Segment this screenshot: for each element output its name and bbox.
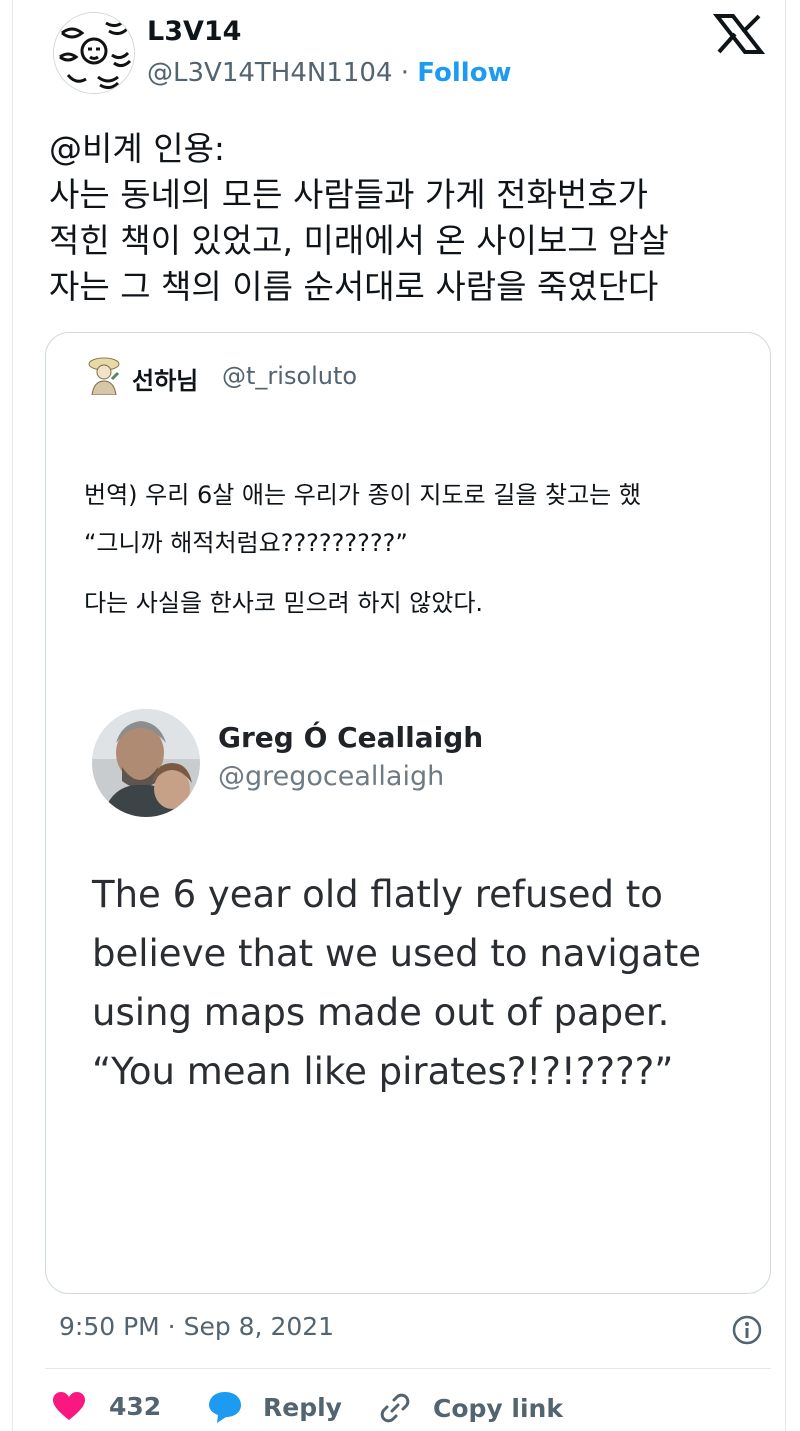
x-logo-icon[interactable] xyxy=(712,14,766,54)
quoted-avatar[interactable] xyxy=(86,355,122,396)
author-avatar[interactable] xyxy=(53,12,135,94)
embedded-name: Greg Ó Ceallaigh xyxy=(218,721,484,754)
action-bar: 432 Reply Copy link xyxy=(13,1390,787,1430)
embedded-text: The 6 year old flatly refused to believe… xyxy=(92,865,752,1101)
tweet-card: L3V14 @L3V14TH4N1104 · Follow @비계 인용: 사는… xyxy=(12,0,786,1431)
link-icon xyxy=(380,1393,410,1423)
info-icon[interactable] xyxy=(731,1314,763,1346)
separator-dot: · xyxy=(400,58,410,88)
embedded-handle: @gregoceallaigh xyxy=(218,761,445,792)
quoted-name[interactable]: 선하님 xyxy=(132,361,198,396)
copy-link-label: Copy link xyxy=(433,1393,563,1423)
quoted-text-line: 다는 사실을 한사코 믿으려 하지 않았다. xyxy=(84,589,484,617)
quoted-text-quote: “그니까 해적처럼요?????????” xyxy=(84,529,408,557)
divider xyxy=(45,1368,771,1369)
embedded-text-line: The 6 year old flatly refused to xyxy=(92,873,663,916)
like-button[interactable]: 432 xyxy=(51,1390,161,1422)
tweet-timestamp[interactable]: 9:50 PM · Sep 8, 2021 xyxy=(59,1312,334,1341)
embedded-text-line: “You mean like pirates?!?!????” xyxy=(92,1050,674,1093)
reply-label: Reply xyxy=(263,1392,342,1422)
follow-button[interactable]: Follow xyxy=(417,58,511,88)
tweet-line: 사는 동네의 모든 사람들과 가게 전화번호가 xyxy=(49,175,648,214)
tweet-line: 적힌 책이 있었고, 미래에서 온 사이보그 암살 xyxy=(49,221,669,260)
quoted-text-line: 번역) 우리 6살 애는 우리가 종이 지도로 길을 찾고는 했 xyxy=(84,481,641,509)
embedded-avatar xyxy=(92,709,200,817)
copy-link-button[interactable]: Copy link xyxy=(377,1390,563,1426)
heart-icon xyxy=(53,1392,85,1420)
tweet-line: @비계 인용: xyxy=(49,129,226,168)
embedded-text-line: using maps made out of paper. xyxy=(92,991,670,1034)
reply-button[interactable]: Reply xyxy=(207,1390,342,1424)
tweet-text: @비계 인용: 사는 동네의 모든 사람들과 가게 전화번호가 적힌 책이 있었… xyxy=(49,126,789,310)
quoted-tweet[interactable]: 선하님 @t_risoluto 번역) 우리 6살 애는 우리가 종이 지도로 … xyxy=(45,332,771,1294)
tweet-line: 자는 그 책의 이름 순서대로 사람을 죽였단다 xyxy=(49,267,659,306)
reply-bubble-icon xyxy=(209,1392,241,1423)
author-handle-line: @L3V14TH4N1104 · Follow xyxy=(147,58,512,88)
embedded-text-line: believe that we used to navigate xyxy=(92,932,702,975)
author-handle[interactable]: @L3V14TH4N1104 xyxy=(147,58,393,88)
author-name[interactable]: L3V14 xyxy=(147,16,241,47)
like-count: 432 xyxy=(109,1391,162,1421)
quoted-handle[interactable]: @t_risoluto xyxy=(222,362,357,390)
